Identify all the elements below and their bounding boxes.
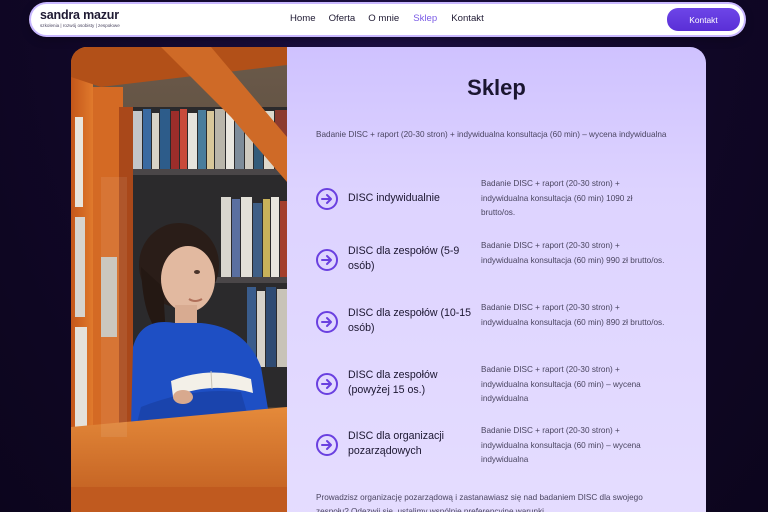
main-nav: Home Oferta O mnie Sklep Kontakt — [290, 13, 484, 25]
library-photo-illustration — [71, 47, 287, 512]
hero-photo — [71, 47, 287, 512]
outro-text: Prowadzisz organizację pozarządową i zas… — [316, 493, 643, 512]
arrow-right-circle-icon[interactable] — [316, 188, 338, 210]
product-description: Badanie DISC + raport (20-30 stron) + in… — [481, 241, 665, 265]
site-header: sandra mazur szkolenia | rozwój osobisty… — [31, 4, 744, 35]
product-row[interactable]: DISC dla zespołów (10-15 osób) Badanie D… — [316, 303, 686, 367]
nav-item-kontakt[interactable]: Kontakt — [451, 13, 484, 25]
product-description: Badanie DISC + raport (20-30 stron) + in… — [481, 426, 641, 464]
page: sandra mazur szkolenia | rozwój osobisty… — [0, 0, 768, 512]
arrow-right-circle-icon[interactable] — [316, 373, 338, 395]
product-description: Badanie DISC + raport (20-30 stron) + in… — [481, 365, 641, 403]
product-row[interactable]: DISC indywidualnie Badanie DISC + raport… — [316, 179, 686, 244]
contact-button[interactable]: Kontakt — [667, 8, 740, 31]
nav-item-home[interactable]: Home — [290, 13, 316, 25]
product-name[interactable]: DISC dla zespołów (powyżej 15 os.) — [348, 368, 473, 398]
logo-tagline: szkolenia | rozwój osobisty | zespołowe — [40, 23, 120, 28]
arrow-right-circle-icon[interactable] — [316, 311, 338, 333]
arrow-right-circle-icon[interactable] — [316, 434, 338, 456]
nav-item-oferta[interactable]: Oferta — [329, 13, 356, 25]
product-description: Badanie DISC + raport (20-30 stron) + in… — [481, 179, 633, 217]
nav-item-sklep[interactable]: Sklep — [413, 13, 437, 25]
logo-name: sandra mazur — [40, 8, 119, 22]
product-row[interactable]: DISC dla zespołów (5-9 osób) Badanie DIS… — [316, 241, 686, 305]
logo[interactable]: sandra mazur szkolenia | rozwój osobisty… — [40, 9, 120, 29]
intro-text: Badanie DISC + raport (20-30 stron) + in… — [316, 130, 667, 139]
product-name[interactable]: DISC dla zespołów (5-9 osób) — [348, 244, 473, 274]
product-description: Badanie DISC + raport (20-30 stron) + in… — [481, 303, 665, 327]
product-row[interactable]: DISC dla organizacji pozarządowych Badan… — [316, 426, 686, 490]
nav-item-o-mnie[interactable]: O mnie — [368, 13, 399, 25]
product-name[interactable]: DISC indywidualnie — [348, 191, 473, 206]
page-title: Sklep — [467, 75, 526, 100]
shop-panel: Sklep Badanie DISC + raport (20-30 stron… — [287, 47, 706, 512]
arrow-right-circle-icon[interactable] — [316, 249, 338, 271]
product-row[interactable]: DISC dla zespołów (powyżej 15 os.) Badan… — [316, 365, 686, 429]
product-name[interactable]: DISC dla organizacji pozarządowych — [348, 429, 473, 459]
shop-card: Sklep Badanie DISC + raport (20-30 stron… — [71, 47, 706, 512]
product-name[interactable]: DISC dla zespołów (10-15 osób) — [348, 306, 473, 336]
